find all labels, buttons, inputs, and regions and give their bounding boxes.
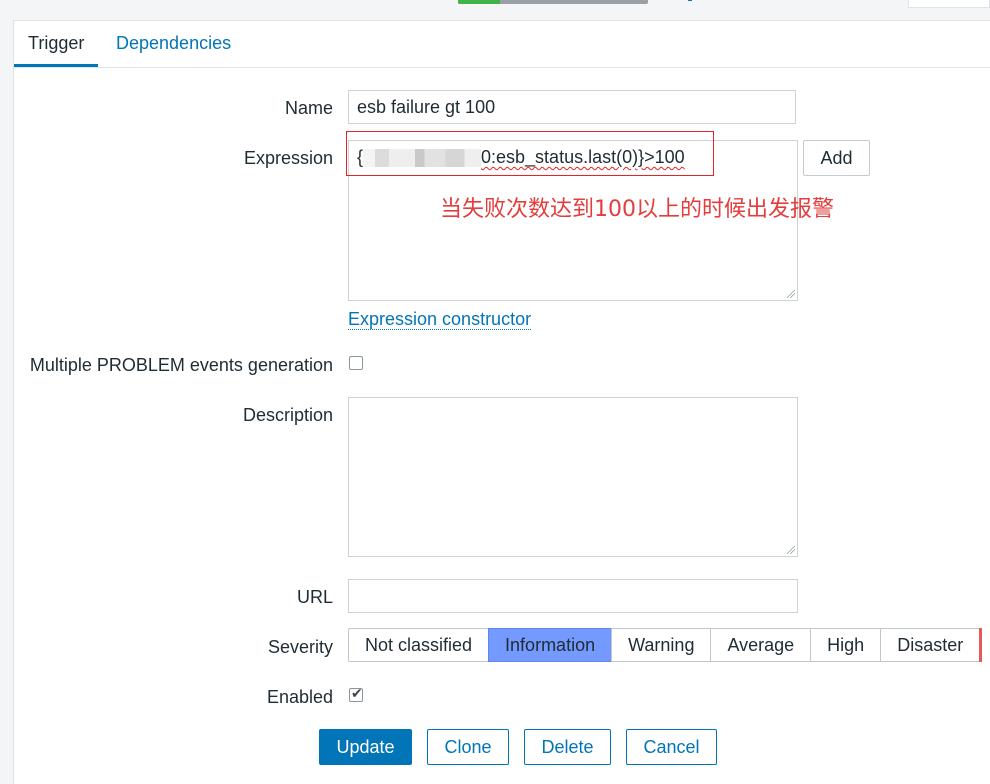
clone-button[interactable]: Clone: [427, 729, 509, 765]
severity-not-classified[interactable]: Not classified: [348, 628, 490, 662]
name-label: Name: [284, 98, 333, 118]
delete-button[interactable]: Delete: [524, 729, 611, 765]
severity-information[interactable]: Information: [488, 628, 613, 662]
cancel-button[interactable]: Cancel: [626, 729, 717, 765]
top-strip: [0, 0, 990, 20]
checkmark-icon: ✔: [351, 685, 363, 701]
severity-disaster[interactable]: Disaster: [880, 628, 981, 662]
add-expression-button[interactable]: Add: [803, 140, 870, 176]
severity-segmented-control: Not classified Information Warning Avera…: [348, 628, 983, 662]
enabled-checkbox[interactable]: ✔: [349, 685, 363, 702]
tab-dependencies[interactable]: Dependencies: [102, 21, 245, 65]
redacted-host: [363, 149, 482, 168]
status-progress-bar: [458, 0, 648, 4]
update-button[interactable]: Update: [319, 729, 412, 765]
url-input[interactable]: [348, 579, 798, 613]
annotation-note: 当失败次数达到100以上的时候出发报警: [440, 197, 834, 222]
severity-high[interactable]: High: [810, 628, 882, 662]
resize-handle[interactable]: [787, 290, 795, 298]
severity-average[interactable]: Average: [710, 628, 812, 662]
expression-constructor-link[interactable]: Expression constructor: [348, 309, 532, 330]
disaster-color-edge: [979, 628, 983, 662]
top-input-fragment: [908, 0, 990, 8]
url-label: URL: [296, 587, 333, 607]
expression-label: Expression: [243, 148, 333, 168]
multiple-problem-checkbox[interactable]: [349, 356, 363, 370]
expression-suffix: 0:esb_status.last(0)}>100: [481, 147, 685, 167]
name-input[interactable]: [348, 90, 796, 124]
severity-warning[interactable]: Warning: [611, 628, 712, 662]
enabled-label: Enabled: [266, 687, 333, 707]
description-label: Description: [242, 405, 333, 425]
tab-trigger[interactable]: Trigger: [14, 21, 99, 67]
resize-handle[interactable]: [787, 546, 795, 554]
tab-bar: Trigger Dependencies: [14, 21, 990, 68]
description-textarea[interactable]: [348, 397, 798, 557]
top-link-fragment: [688, 0, 692, 1]
severity-label: Severity: [267, 637, 333, 657]
trigger-form-panel: Trigger Dependencies Name Expression {0:…: [13, 20, 990, 784]
multiple-problem-label: Multiple PROBLEM events generation: [29, 355, 333, 375]
